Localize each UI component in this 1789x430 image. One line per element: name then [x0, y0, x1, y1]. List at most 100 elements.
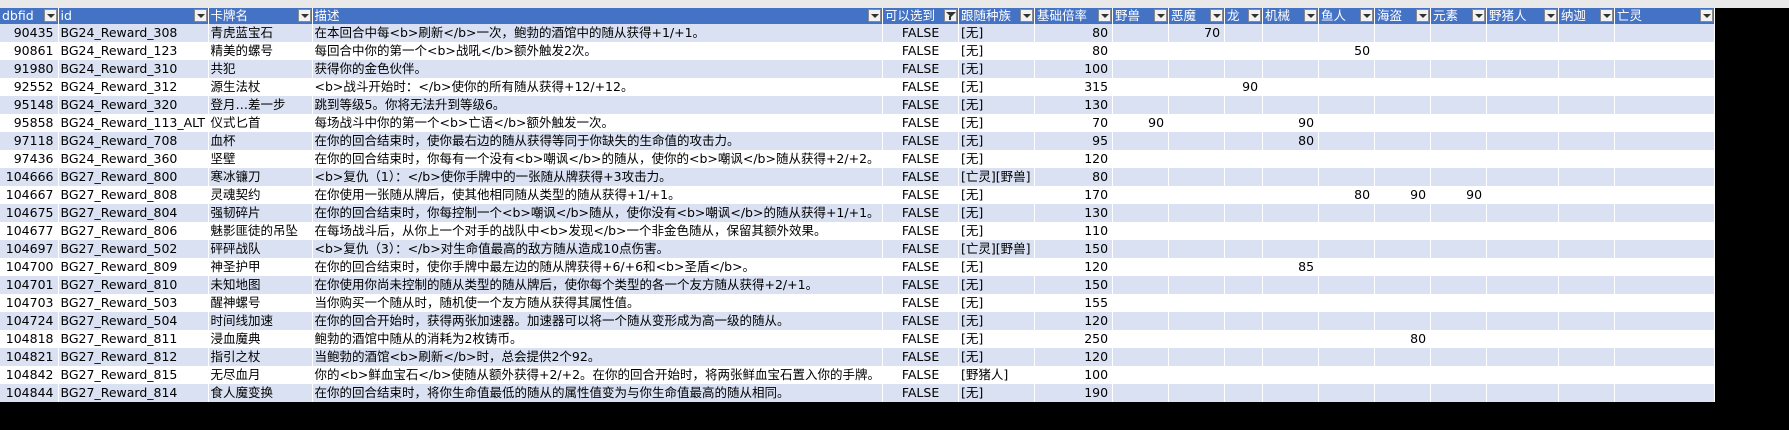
cell-mech[interactable] [1262, 150, 1320, 168]
cell-tribe[interactable]: [无] [958, 24, 1036, 42]
cell-dragon[interactable] [1224, 204, 1264, 222]
cell-elemental[interactable] [1430, 150, 1488, 168]
cell-name[interactable]: 血杯 [208, 132, 313, 150]
cell-murloc[interactable] [1318, 132, 1376, 150]
cell-mech[interactable] [1262, 168, 1320, 186]
cell-undead[interactable] [1614, 150, 1716, 168]
cell-mult[interactable]: 80 [1034, 24, 1114, 42]
cell-desc[interactable]: 在你的回合结束时，你每有一个没有<b>嘲讽</b>的随从，使你的<b>嘲讽</b… [312, 150, 884, 168]
cell-undead[interactable] [1614, 204, 1716, 222]
cell-dragon[interactable] [1224, 168, 1264, 186]
cell-mech[interactable] [1262, 24, 1320, 42]
cell-desc[interactable]: <b>战斗开始时：</b>使你的所有随从获得+12/+12。 [312, 78, 884, 96]
cell-beast[interactable] [1112, 168, 1170, 186]
cell-pirate[interactable] [1374, 258, 1432, 276]
column-header-undead[interactable]: 亡灵 [1614, 8, 1716, 24]
cell-name[interactable]: 登月…差一步 [208, 96, 313, 114]
cell-quilboar[interactable] [1486, 114, 1560, 132]
cell-quilboar[interactable] [1486, 348, 1560, 366]
column-header-name[interactable]: 卡牌名 [208, 8, 313, 24]
cell-name[interactable]: 砰砰战队 [208, 240, 313, 258]
filter-dropdown-icon[interactable] [1472, 9, 1486, 22]
cell-demon[interactable] [1168, 312, 1226, 330]
cell-name[interactable]: 共犯 [208, 60, 313, 78]
cell-id[interactable]: BG27_Reward_800 [58, 168, 209, 186]
cell-tribe[interactable]: [无] [958, 204, 1036, 222]
cell-naga[interactable] [1558, 222, 1616, 240]
cell-quilboar[interactable] [1486, 24, 1560, 42]
cell-mult[interactable]: 170 [1034, 186, 1114, 204]
cell-murloc[interactable] [1318, 366, 1376, 384]
cell-mech[interactable] [1262, 78, 1320, 96]
cell-pirate[interactable] [1374, 42, 1432, 60]
cell-quilboar[interactable] [1486, 168, 1560, 186]
cell-desc[interactable]: 在你的回合结束时，使你最右边的随从获得等同于你缺失的生命值的攻击力。 [312, 132, 884, 150]
cell-undead[interactable] [1614, 258, 1716, 276]
cell-murloc[interactable]: 50 [1318, 42, 1376, 60]
cell-dragon[interactable] [1224, 366, 1264, 384]
cell-dragon[interactable] [1224, 384, 1264, 402]
column-header-dbfid[interactable]: dbfid [0, 8, 59, 24]
filter-dropdown-icon[interactable] [1544, 9, 1558, 22]
cell-murloc[interactable] [1318, 258, 1376, 276]
cell-undead[interactable] [1614, 60, 1716, 78]
cell-quilboar[interactable] [1486, 96, 1560, 114]
cell-quilboar[interactable] [1486, 276, 1560, 294]
cell-mult[interactable]: 315 [1034, 78, 1114, 96]
cell-choose[interactable]: FALSE [882, 222, 960, 240]
cell-mult[interactable]: 250 [1034, 330, 1114, 348]
cell-undead[interactable] [1614, 384, 1716, 402]
cell-naga[interactable] [1558, 96, 1616, 114]
filter-dropdown-icon[interactable] [1360, 9, 1374, 22]
filter-dropdown-icon[interactable] [1304, 9, 1318, 22]
cell-beast[interactable] [1112, 312, 1170, 330]
cell-demon[interactable] [1168, 150, 1226, 168]
cell-elemental[interactable] [1430, 330, 1488, 348]
cell-name[interactable]: 指引之杖 [208, 348, 313, 366]
cell-murloc[interactable] [1318, 78, 1376, 96]
cell-name[interactable]: 寒冰镰刀 [208, 168, 313, 186]
filter-dropdown-icon[interactable] [297, 9, 311, 22]
cell-beast[interactable] [1112, 330, 1170, 348]
cell-elemental[interactable] [1430, 60, 1488, 78]
cell-demon[interactable] [1168, 78, 1226, 96]
cell-dragon[interactable] [1224, 348, 1264, 366]
cell-murloc[interactable] [1318, 240, 1376, 258]
cell-pirate[interactable] [1374, 312, 1432, 330]
cell-dragon[interactable] [1224, 114, 1264, 132]
cell-elemental[interactable] [1430, 168, 1488, 186]
cell-pirate[interactable] [1374, 24, 1432, 42]
cell-undead[interactable] [1614, 330, 1716, 348]
cell-pirate[interactable] [1374, 114, 1432, 132]
cell-beast[interactable] [1112, 132, 1170, 150]
cell-mech[interactable] [1262, 366, 1320, 384]
cell-naga[interactable] [1558, 258, 1616, 276]
cell-choose[interactable]: FALSE [882, 60, 960, 78]
filter-dropdown-icon[interactable] [868, 9, 882, 22]
filter-dropdown-icon[interactable] [193, 9, 207, 22]
cell-desc[interactable]: 鲍勃的酒馆中随从的消耗为2枚铸币。 [312, 330, 884, 348]
cell-pirate[interactable]: 90 [1374, 186, 1432, 204]
cell-id[interactable]: BG24_Reward_113_ALT [58, 114, 209, 132]
cell-id[interactable]: BG24_Reward_320 [58, 96, 209, 114]
cell-mech[interactable] [1262, 294, 1320, 312]
cell-dragon[interactable] [1224, 222, 1264, 240]
cell-naga[interactable] [1558, 312, 1616, 330]
cell-mult[interactable]: 100 [1034, 366, 1114, 384]
cell-id[interactable]: BG27_Reward_811 [58, 330, 209, 348]
cell-tribe[interactable]: [无] [958, 186, 1036, 204]
column-header-dragon[interactable]: 龙 [1224, 8, 1264, 24]
cell-choose[interactable]: FALSE [882, 366, 960, 384]
cell-murloc[interactable] [1318, 312, 1376, 330]
cell-pirate[interactable] [1374, 150, 1432, 168]
column-header-mech[interactable]: 机械 [1262, 8, 1320, 24]
cell-quilboar[interactable] [1486, 60, 1560, 78]
cell-mult[interactable]: 80 [1034, 42, 1114, 60]
cell-name[interactable]: 魅影匪徒的吊坠 [208, 222, 313, 240]
cell-beast[interactable] [1112, 258, 1170, 276]
cell-murloc[interactable] [1318, 384, 1376, 402]
cell-choose[interactable]: FALSE [882, 168, 960, 186]
cell-mult[interactable]: 120 [1034, 312, 1114, 330]
cell-elemental[interactable] [1430, 222, 1488, 240]
cell-dragon[interactable] [1224, 258, 1264, 276]
